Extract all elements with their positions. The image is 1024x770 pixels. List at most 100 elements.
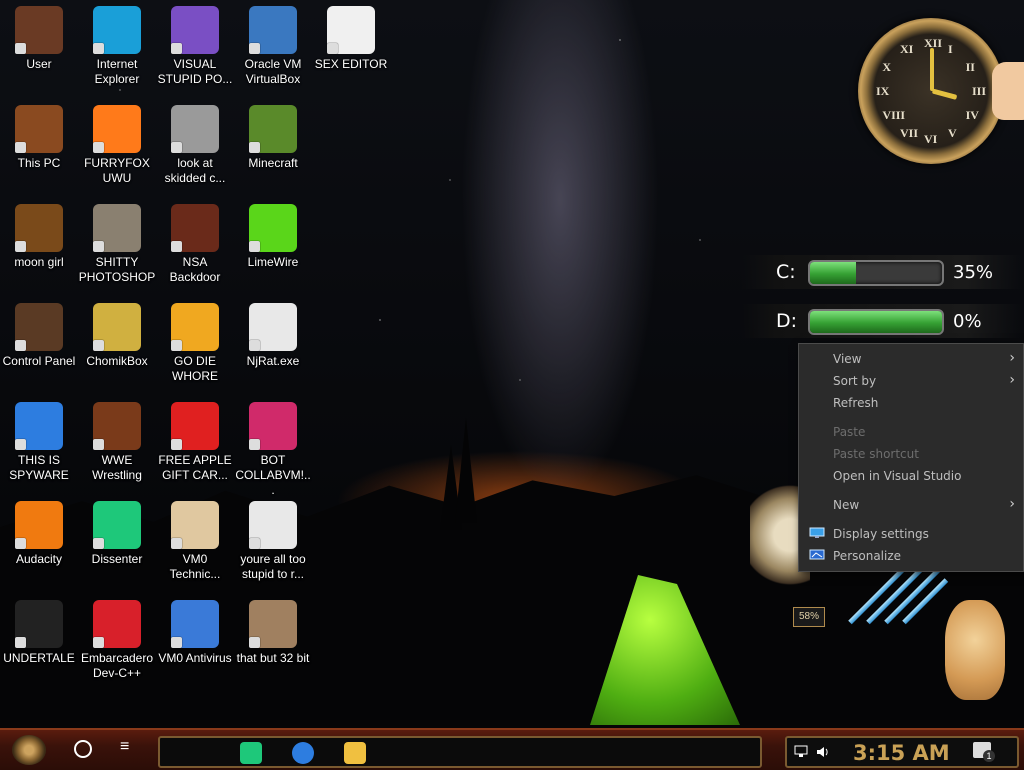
- shortcut-arrow-icon: [93, 142, 104, 153]
- taskbar-clock[interactable]: 3:15 AM: [853, 741, 950, 765]
- menu-item-new[interactable]: New ›: [799, 494, 1023, 516]
- clock-numeral: IX: [876, 84, 890, 98]
- apple-icon: [171, 402, 219, 450]
- desktop-icon[interactable]: This PC: [0, 105, 78, 171]
- desktop-icon[interactable]: User: [0, 6, 78, 72]
- drive-letter: C:: [776, 261, 796, 283]
- desktop-icon[interactable]: ChomikBox: [78, 303, 156, 369]
- menu-item-label: Display settings: [833, 527, 929, 541]
- drive-usage-bar: [808, 260, 944, 286]
- shortcut-arrow-icon: [93, 241, 104, 252]
- clock-numeral: III: [972, 84, 987, 98]
- desktop[interactable]: { "desktop_icons": [ {"label": "User", "…: [0, 0, 1024, 770]
- desktop-icon[interactable]: BOT COLLABVM!...: [234, 402, 312, 498]
- drive-usage-fill: [810, 262, 857, 284]
- menu-item-sort-by[interactable]: Sort by ›: [799, 370, 1023, 392]
- desktop-icon[interactable]: FURRYFOX UWU: [78, 105, 156, 186]
- taskbar: ≡ 3:15 AM 1: [0, 728, 1024, 770]
- desktop-icon[interactable]: NjRat.exe: [234, 303, 312, 369]
- shortcut-arrow-icon: [249, 439, 260, 450]
- drive-percent: 0%: [953, 311, 982, 332]
- task-view-icon[interactable]: ≡: [120, 738, 129, 756]
- desktop-icon-label: FURRYFOX UWU: [84, 156, 150, 185]
- menu-item-open-in-visual-studio[interactable]: Open in Visual Studio: [799, 465, 1023, 487]
- technician-icon: [171, 501, 219, 549]
- de-icon: [171, 303, 219, 351]
- shortcut-arrow-icon: [15, 142, 26, 153]
- desktop-icon[interactable]: Embarcadero Dev-C++: [78, 600, 156, 681]
- skull-icon: [249, 303, 297, 351]
- desktop-icon[interactable]: GO DIE WHORE: [156, 303, 234, 384]
- hxd-icon: [327, 6, 375, 54]
- portrait-icon: [249, 501, 297, 549]
- shortcut-arrow-icon: [249, 43, 260, 54]
- menu-item-view[interactable]: View ›: [799, 348, 1023, 370]
- desktop-icon[interactable]: Internet Explorer: [78, 6, 156, 87]
- clock-numeral: II: [965, 60, 975, 74]
- desktop-icon[interactable]: VM0 Technic...: [156, 501, 234, 582]
- desktop-icon[interactable]: NSA Backdoor: [156, 204, 234, 285]
- shortcut-arrow-icon: [171, 439, 182, 450]
- desktop-icon-label: NSA Backdoor: [169, 255, 221, 284]
- drive-letter: D:: [776, 310, 798, 332]
- volume-icon[interactable]: [815, 744, 831, 760]
- desktop-icon[interactable]: look at skidded c...: [156, 105, 234, 186]
- desktop-icon[interactable]: Audacity: [0, 501, 78, 567]
- steampunk-clock-widget[interactable]: XII I II III IV V VI VII VIII IX X XI: [858, 18, 1004, 164]
- menu-item-personalize[interactable]: Personalize: [799, 545, 1023, 567]
- start-button[interactable]: [12, 735, 46, 765]
- desktop-icon[interactable]: LimeWire: [234, 204, 312, 270]
- menu-item-label: Personalize: [833, 549, 902, 563]
- desktop-icon[interactable]: moon girl: [0, 204, 78, 270]
- menu-item-refresh[interactable]: Refresh: [799, 392, 1023, 414]
- chrome-icon: [15, 402, 63, 450]
- menu-item-label: Sort by: [833, 374, 877, 388]
- file-explorer-taskbar-icon[interactable]: [344, 742, 366, 764]
- chrome-taskbar-icon[interactable]: [292, 742, 314, 764]
- dissenter-taskbar-icon[interactable]: [240, 742, 262, 764]
- desktop-icon[interactable]: Oracle VM VirtualBox: [234, 6, 312, 87]
- desktop-icon[interactable]: SHITTY PHOTOSHOP: [78, 204, 156, 285]
- desktop-icon[interactable]: Minecraft: [234, 105, 312, 171]
- desktop-icon[interactable]: FREE APPLE GIFT CAR...: [156, 402, 234, 483]
- clock-numeral: IV: [965, 108, 979, 122]
- desktop-context-menu: View › Sort by › Refresh Paste Paste sho…: [798, 343, 1024, 572]
- clock-numeral: XI: [900, 42, 914, 57]
- shortcut-arrow-icon: [171, 637, 182, 648]
- desktop-icon[interactable]: UNDERTALE: [0, 600, 78, 666]
- desktop-icon[interactable]: youre all too stupid to r...: [234, 501, 312, 582]
- visual-studio-icon: [171, 6, 219, 54]
- desktop-icon[interactable]: VISUAL STUPID PO...: [156, 6, 234, 87]
- desktop-icon[interactable]: Control Panel: [0, 303, 78, 369]
- desktop-icon-label: LimeWire: [247, 255, 299, 269]
- shortcut-arrow-icon: [93, 439, 104, 450]
- desktop-icon-label: This PC: [17, 156, 61, 170]
- shortcut-arrow-icon: [327, 43, 338, 54]
- desktop-icon[interactable]: Dissenter: [78, 501, 156, 567]
- network-icon[interactable]: [793, 744, 809, 760]
- cortana-search-icon[interactable]: [74, 740, 92, 758]
- shortcut-arrow-icon: [249, 538, 260, 549]
- menu-item-paste-shortcut[interactable]: Paste shortcut: [799, 443, 1023, 465]
- desktop-icon[interactable]: THIS IS SPYWARE: [0, 402, 78, 483]
- chevron-right-icon: ›: [1009, 372, 1015, 388]
- menu-item-paste[interactable]: Paste: [799, 421, 1023, 443]
- desktop-icon[interactable]: SEX EDITOR: [312, 6, 390, 72]
- menu-item-label: New: [833, 498, 860, 512]
- shortcut-arrow-icon: [15, 637, 26, 648]
- shield-icon: [171, 600, 219, 648]
- steampunk-oven-icon: [93, 402, 141, 450]
- gimp-icon: [93, 204, 141, 252]
- limewire-icon: [249, 204, 297, 252]
- desktop-icon-label: ChomikBox: [86, 354, 148, 368]
- desktop-icon-label: VM0 Technic...: [169, 552, 221, 581]
- action-center-icon[interactable]: 1: [973, 742, 995, 762]
- desktop-icon[interactable]: that but 32 bit: [234, 600, 312, 666]
- shortcut-arrow-icon: [171, 538, 182, 549]
- desktop-icon[interactable]: WWE Wrestling: [78, 402, 156, 483]
- desktop-icon[interactable]: VM0 Antivirus: [156, 600, 234, 666]
- devcpp-icon: [93, 600, 141, 648]
- firefox-icon: [93, 105, 141, 153]
- desktop-icon-label: NjRat.exe: [246, 354, 300, 368]
- menu-item-display-settings[interactable]: Display settings: [799, 523, 1023, 545]
